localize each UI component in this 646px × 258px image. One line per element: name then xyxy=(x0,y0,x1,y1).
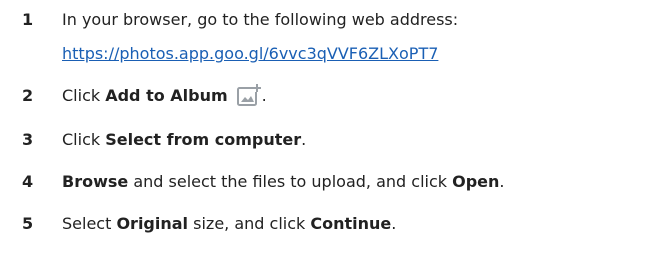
step-text-pre: Click xyxy=(62,86,106,105)
step-3: 3 Click Select from computer. xyxy=(0,124,646,156)
step-number: 1 xyxy=(22,10,34,29)
step-text-mid: size, and click xyxy=(188,214,311,233)
step-text-bold-1: Browse xyxy=(62,172,129,191)
step-1: 1 In your browser, go to the following w… xyxy=(0,4,646,36)
instruction-steps: 1 In your browser, go to the following w… xyxy=(0,0,646,258)
step-number: 3 xyxy=(22,130,34,149)
step-text: Browse and select the files to upload, a… xyxy=(62,166,505,198)
step-number: 2 xyxy=(22,86,34,105)
step-text-post: . xyxy=(499,172,505,191)
step-text-mid: and select the files to upload, and clic… xyxy=(128,172,453,191)
step-text-pre: Click xyxy=(62,130,106,149)
step-number: 5 xyxy=(22,214,34,233)
step-text-post: . xyxy=(261,86,267,105)
step-text-post: . xyxy=(391,214,397,233)
step-text-bold: Add to Album xyxy=(105,86,228,105)
step-text-post: . xyxy=(301,130,307,149)
step-2: 2 Click Add to Album . xyxy=(0,80,646,112)
album-link[interactable]: https://photos.app.goo.gl/6vvc3qVVF6ZLXo… xyxy=(62,38,438,70)
step-5: 5 Select Original size, and click Contin… xyxy=(0,208,646,240)
step-number: 4 xyxy=(22,172,34,191)
step-4: 4 Browse and select the files to upload,… xyxy=(0,166,646,198)
step-text: Click Select from computer. xyxy=(62,124,306,156)
step-text-bold-2: Continue xyxy=(310,214,392,233)
step-text: Select Original size, and click Continue… xyxy=(62,208,396,240)
step-text-bold: Select from computer xyxy=(105,130,302,149)
step-text: Click Add to Album . xyxy=(62,80,267,112)
step-text-bold-2: Open xyxy=(452,172,500,191)
step-text-pre: Select xyxy=(62,214,117,233)
step-text: In your browser, go to the following web… xyxy=(62,10,459,29)
add-to-album-icon xyxy=(236,82,262,108)
step-text-bold-1: Original xyxy=(116,214,189,233)
step-1-link-row: https://photos.app.goo.gl/6vvc3qVVF6ZLXo… xyxy=(0,38,646,70)
